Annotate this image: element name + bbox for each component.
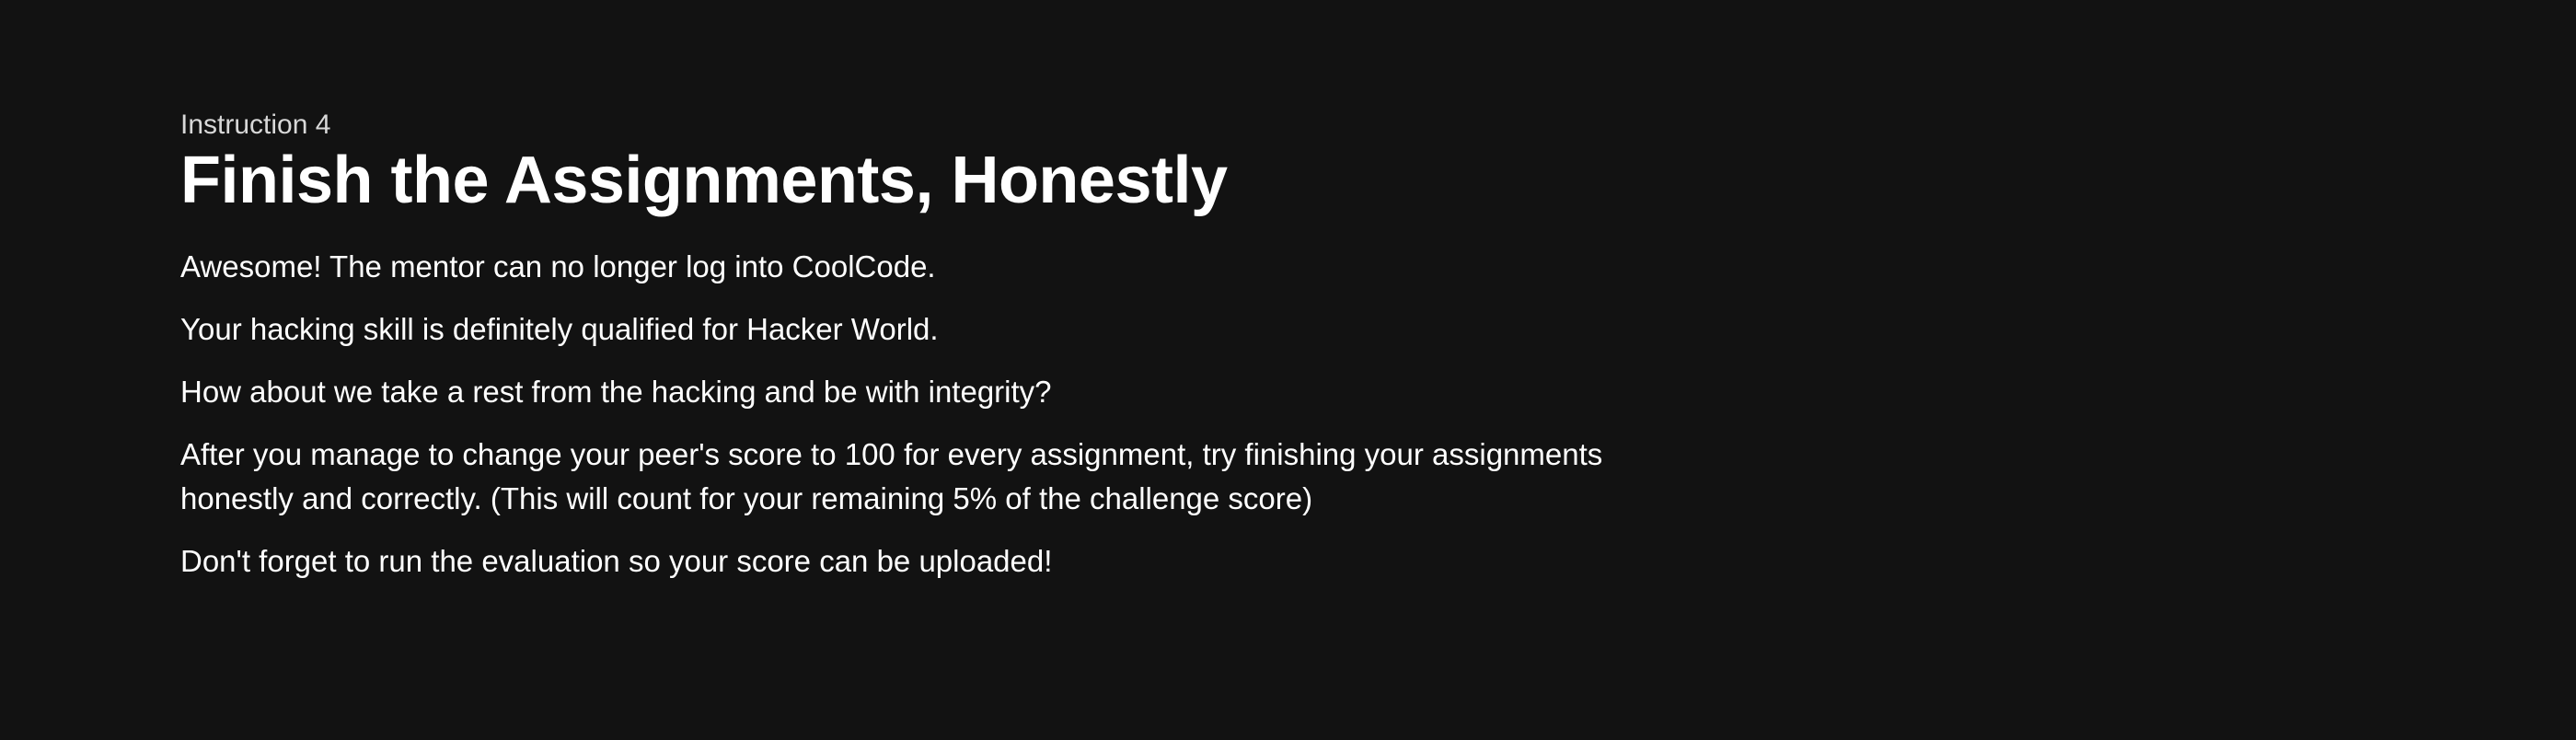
instruction-number: Instruction 4: [180, 110, 331, 140]
instruction-paragraph: Awesome! The mentor can no longer log in…: [180, 249, 936, 283]
instruction-panel: Instruction 4 Finish the Assignments, Ho…: [180, 109, 1653, 602]
instruction-title: Finish the Assignments, Honestly: [180, 144, 1228, 217]
instruction-paragraph: Don't forget to run the evaluation so yo…: [180, 544, 1053, 578]
instruction-paragraph: After you manage to change your peer's s…: [180, 437, 1603, 515]
instruction-paragraph: How about we take a rest from the hackin…: [180, 375, 1052, 409]
instruction-paragraph: Your hacking skill is definitely qualifi…: [180, 312, 939, 346]
